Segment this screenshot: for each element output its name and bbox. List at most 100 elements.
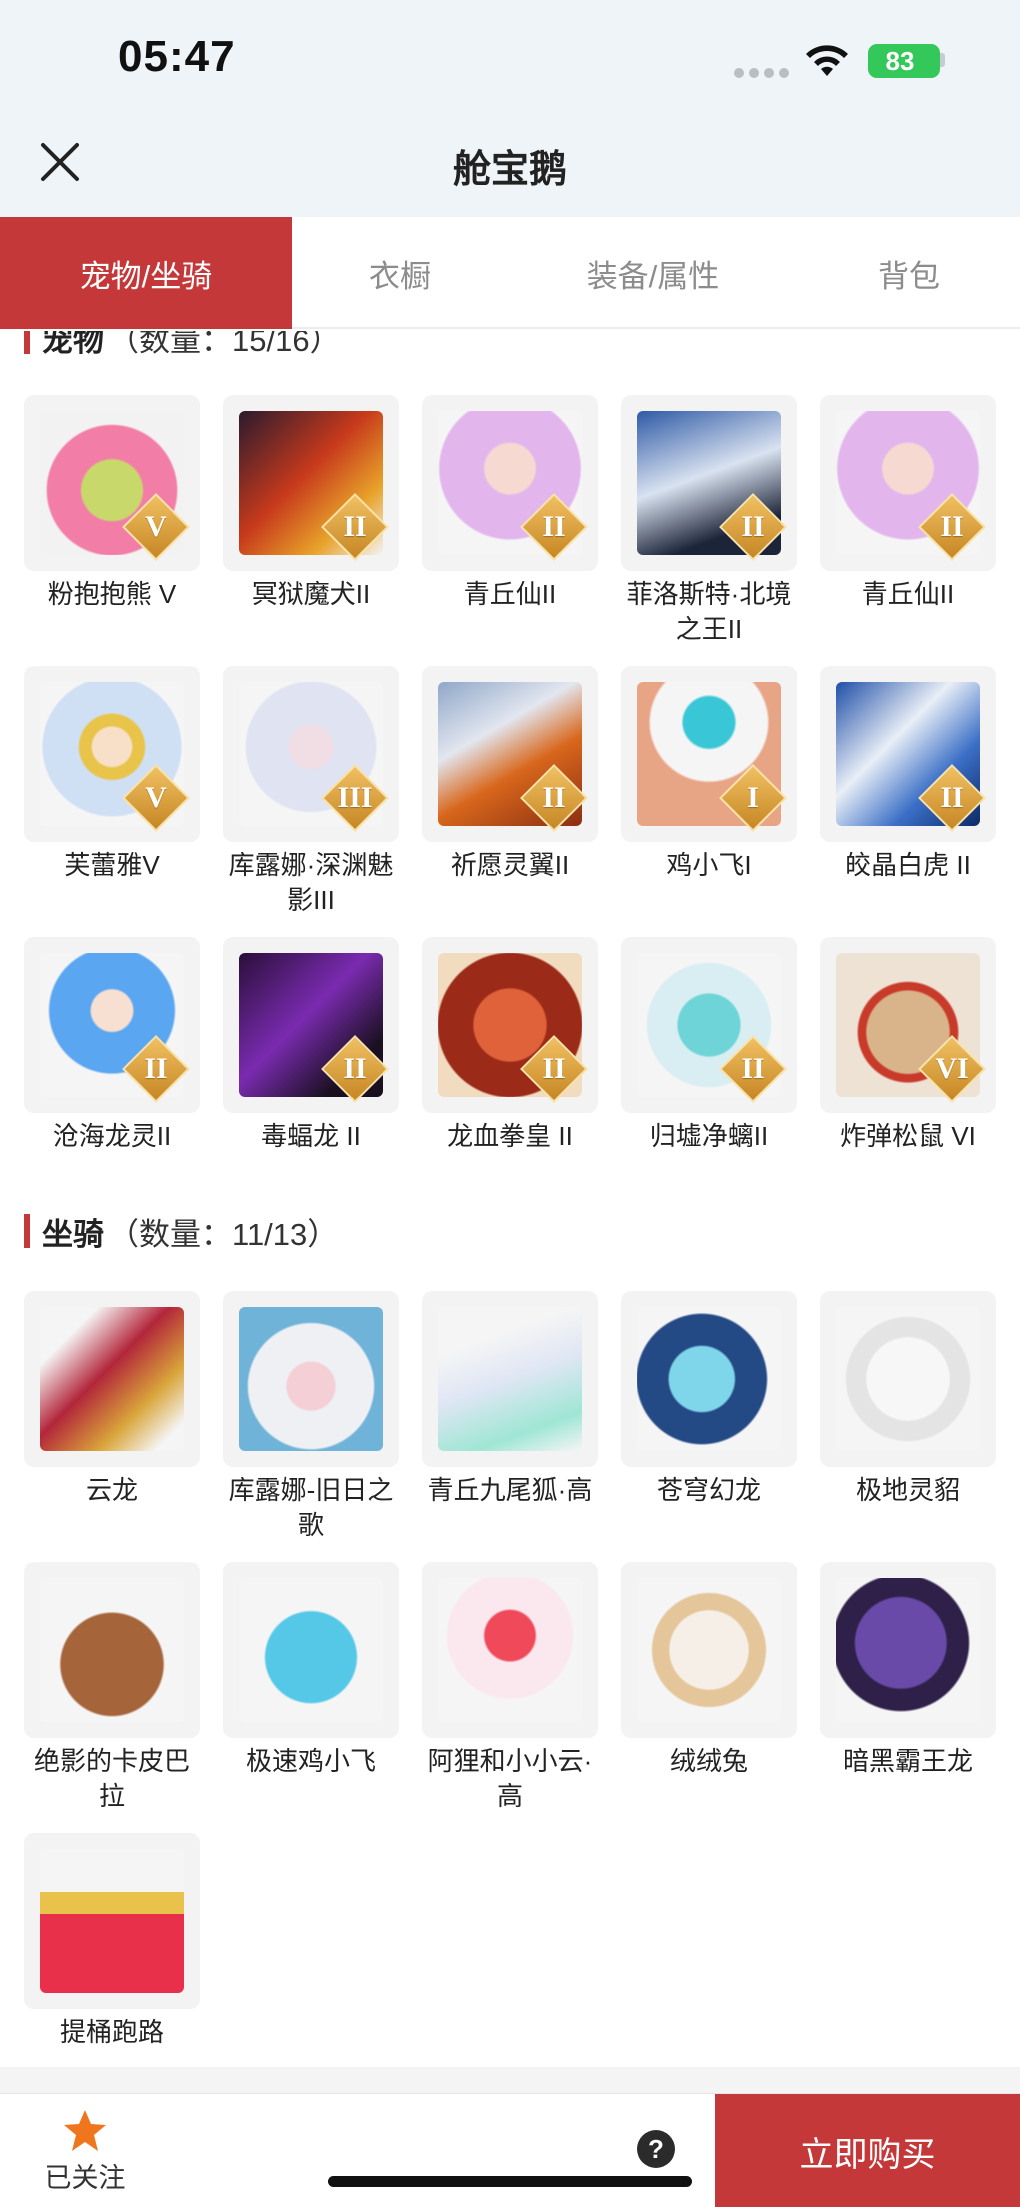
pets-count: （数量：15/16） <box>108 331 341 358</box>
rank-badge-text: II <box>343 1052 367 1085</box>
battery-level: 83 <box>885 45 915 76</box>
rank-badge-text: II <box>144 1052 168 1085</box>
wifi-icon <box>806 45 848 76</box>
signal-icon <box>734 68 789 78</box>
follow-label: 已关注 <box>44 2163 126 2193</box>
pet-name: 龙血拳皇 II <box>447 1121 573 1151</box>
tab-pets-mounts[interactable]: 宠物/坐骑 <box>0 217 292 329</box>
section-marker <box>24 1214 30 1248</box>
home-indicator <box>328 2176 692 2187</box>
pet-name: 青丘仙II <box>463 579 557 609</box>
mount-item[interactable]: 绒绒兔 <box>621 1562 797 1833</box>
section-marker <box>24 331 30 354</box>
rank-badge-text: II <box>940 510 964 543</box>
rank-badge-text: III <box>337 781 373 814</box>
rank-badge-text: II <box>542 510 566 543</box>
bottom-bar: 已关注 ? 立即购买 <box>0 2093 1020 2207</box>
mount-item[interactable]: 提桶跑路 <box>24 1833 200 2093</box>
mounts-count: （数量：11/13） <box>108 1216 339 1252</box>
rank-badge-text: II <box>940 781 964 814</box>
tab-backpack[interactable]: 背包 <box>798 217 1020 329</box>
rank-badge-text: II <box>741 1052 765 1085</box>
pet-name: 冥狱魔犬II <box>251 579 371 609</box>
tab-bar: 宠物/坐骑 衣橱 装备/属性 背包 <box>0 217 1020 329</box>
pet-item[interactable]: II 祈愿灵翼II <box>422 666 598 937</box>
mount-name: 提桶跑路 <box>59 2017 164 2047</box>
mount-item[interactable]: 苍穹幻龙 <box>621 1291 797 1562</box>
pets-title: 宠物 <box>42 331 104 358</box>
page-title: 舱宝鹅 <box>452 149 567 191</box>
battery-tip <box>940 53 945 67</box>
pet-item[interactable]: I 鸡小飞I <box>621 666 797 937</box>
pet-item[interactable]: II 皎晶白虎 II <box>820 666 996 937</box>
mount-name: 绝影的卡皮巴拉 <box>33 1746 190 1811</box>
rank-badge-text: II <box>343 510 367 543</box>
tab-equipment[interactable]: 装备/属性 <box>508 217 798 329</box>
star-icon <box>64 2110 106 2151</box>
mount-item[interactable]: 绝影的卡皮巴拉 <box>24 1562 200 1833</box>
mounts-grid: 云龙 库露娜-旧日之歌 青丘九尾狐·高 苍穹幻龙 极地灵貂 绝影的卡皮巴拉 极速… <box>24 1291 996 2093</box>
mount-item[interactable]: 阿狸和小小云·高 <box>422 1562 598 1833</box>
pet-item[interactable]: II 菲洛斯特·北境之王II <box>621 395 797 666</box>
rank-badge-text: V <box>145 781 167 814</box>
mounts-section-title: 坐骑 （数量：11/13） <box>24 1211 339 1252</box>
mount-item[interactable]: 青丘九尾狐·高 <box>422 1291 598 1562</box>
pet-item[interactable]: V 粉抱抱熊 V <box>24 395 200 666</box>
pets-grid: V 粉抱抱熊 V II 冥狱魔犬II II 青丘仙II II 菲洛斯特·北境之王… <box>24 395 996 1208</box>
rank-badge-text: I <box>747 781 759 814</box>
buy-now-button[interactable]: 立即购买 <box>715 2094 1020 2207</box>
pet-item[interactable]: III 库露娜·深渊魅影III <box>223 666 399 937</box>
mount-name: 云龙 <box>85 1475 138 1505</box>
rank-badge-text: V <box>145 510 167 543</box>
mounts-title: 坐骑 <box>42 1216 104 1252</box>
status-time: 05:47 <box>118 32 236 81</box>
pet-item[interactable]: II 冥狱魔犬II <box>223 395 399 666</box>
mount-name: 暗黑霸王龙 <box>842 1746 973 1776</box>
pet-name: 库露娜·深渊魅影III <box>228 850 394 915</box>
pet-name: 毒蝠龙 II <box>261 1121 361 1151</box>
pet-name: 菲洛斯特·北境之王II <box>626 579 792 644</box>
pet-item[interactable]: V 芙蕾雅V <box>24 666 200 937</box>
mount-item[interactable]: 库露娜-旧日之歌 <box>223 1291 399 1562</box>
header: 05:47 83 舱宝鹅 <box>0 0 1020 217</box>
pet-name: 芙蕾雅V <box>64 850 160 880</box>
pet-item[interactable]: II 青丘仙II <box>820 395 996 666</box>
follow-button[interactable]: 已关注 <box>30 2108 140 2195</box>
pet-name: 祈愿灵翼II <box>450 850 570 880</box>
help-icon[interactable]: ? <box>637 2130 675 2168</box>
pet-name: 鸡小飞I <box>666 850 752 880</box>
mount-name: 阿狸和小小云·高 <box>427 1746 593 1811</box>
pet-item[interactable]: II 龙血拳皇 II <box>422 937 598 1208</box>
app-screen: 05:47 83 舱宝鹅 宠物/坐骑 衣橱 装备/属性 背包 宠物 （数量：15… <box>0 0 1020 2207</box>
mount-name: 极地灵貂 <box>855 1475 960 1505</box>
mount-item[interactable]: 极速鸡小飞 <box>223 1562 399 1833</box>
pet-item[interactable]: II 青丘仙II <box>422 395 598 666</box>
mount-name: 库露娜-旧日之歌 <box>228 1475 394 1540</box>
rank-badge-text: II <box>542 1052 566 1085</box>
pet-name: 归墟净螭II <box>649 1121 769 1151</box>
pet-item[interactable]: II 毒蝠龙 II <box>223 937 399 1208</box>
rank-badge-text: II <box>542 781 566 814</box>
pet-name: 沧海龙灵II <box>52 1121 172 1151</box>
pet-name: 炸弹松鼠 VI <box>840 1121 976 1151</box>
pet-item[interactable]: VI 炸弹松鼠 VI <box>820 937 996 1208</box>
pet-name: 粉抱抱熊 V <box>47 579 177 609</box>
pets-section-title: 宠物 （数量：15/16） <box>24 331 341 358</box>
bottom-divider <box>0 2067 1020 2093</box>
rank-badge-text: VI <box>935 1052 969 1085</box>
mount-name: 苍穹幻龙 <box>656 1475 761 1505</box>
mount-name: 极速鸡小飞 <box>245 1746 376 1776</box>
pet-item[interactable]: II 沧海龙灵II <box>24 937 200 1208</box>
rank-badge-text: II <box>741 510 765 543</box>
pet-name: 青丘仙II <box>861 579 955 609</box>
pet-item[interactable]: II 归墟净螭II <box>621 937 797 1208</box>
tab-wardrobe[interactable]: 衣橱 <box>292 217 508 329</box>
mount-item[interactable]: 云龙 <box>24 1291 200 1562</box>
pet-name: 皎晶白虎 II <box>845 850 971 880</box>
mount-item[interactable]: 极地灵貂 <box>820 1291 996 1562</box>
mount-item[interactable]: 暗黑霸王龙 <box>820 1562 996 1833</box>
mount-name: 青丘九尾狐·高 <box>427 1475 593 1505</box>
battery-icon: 83 <box>868 44 940 78</box>
mount-name: 绒绒兔 <box>669 1746 748 1776</box>
content-scroll[interactable]: 宠物 （数量：15/16） V 粉抱抱熊 V II 冥狱魔犬II II 青丘仙I… <box>0 331 1020 2093</box>
